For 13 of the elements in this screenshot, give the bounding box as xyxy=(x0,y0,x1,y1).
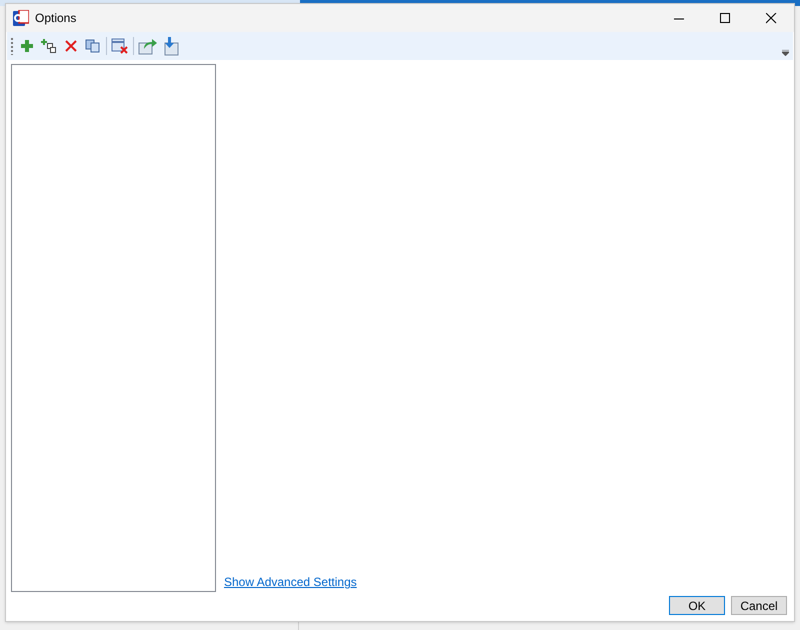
dialog-button[interactable]: Cancel xyxy=(731,596,787,615)
overflow-icon[interactable] xyxy=(782,50,789,56)
window-title: Options xyxy=(35,10,76,27)
copy-icon[interactable] xyxy=(84,37,102,55)
maximize-icon xyxy=(720,12,730,24)
clear-icon[interactable] xyxy=(111,37,129,55)
show-advanced-settings-link[interactable]: Show Advanced Settings xyxy=(224,573,357,591)
app-icon xyxy=(13,10,29,26)
dialog-button[interactable]: OK xyxy=(669,596,725,615)
close-icon xyxy=(766,12,776,24)
export-icon[interactable] xyxy=(138,36,158,56)
add-child-icon[interactable] xyxy=(40,37,58,55)
grip-icon xyxy=(11,37,14,55)
